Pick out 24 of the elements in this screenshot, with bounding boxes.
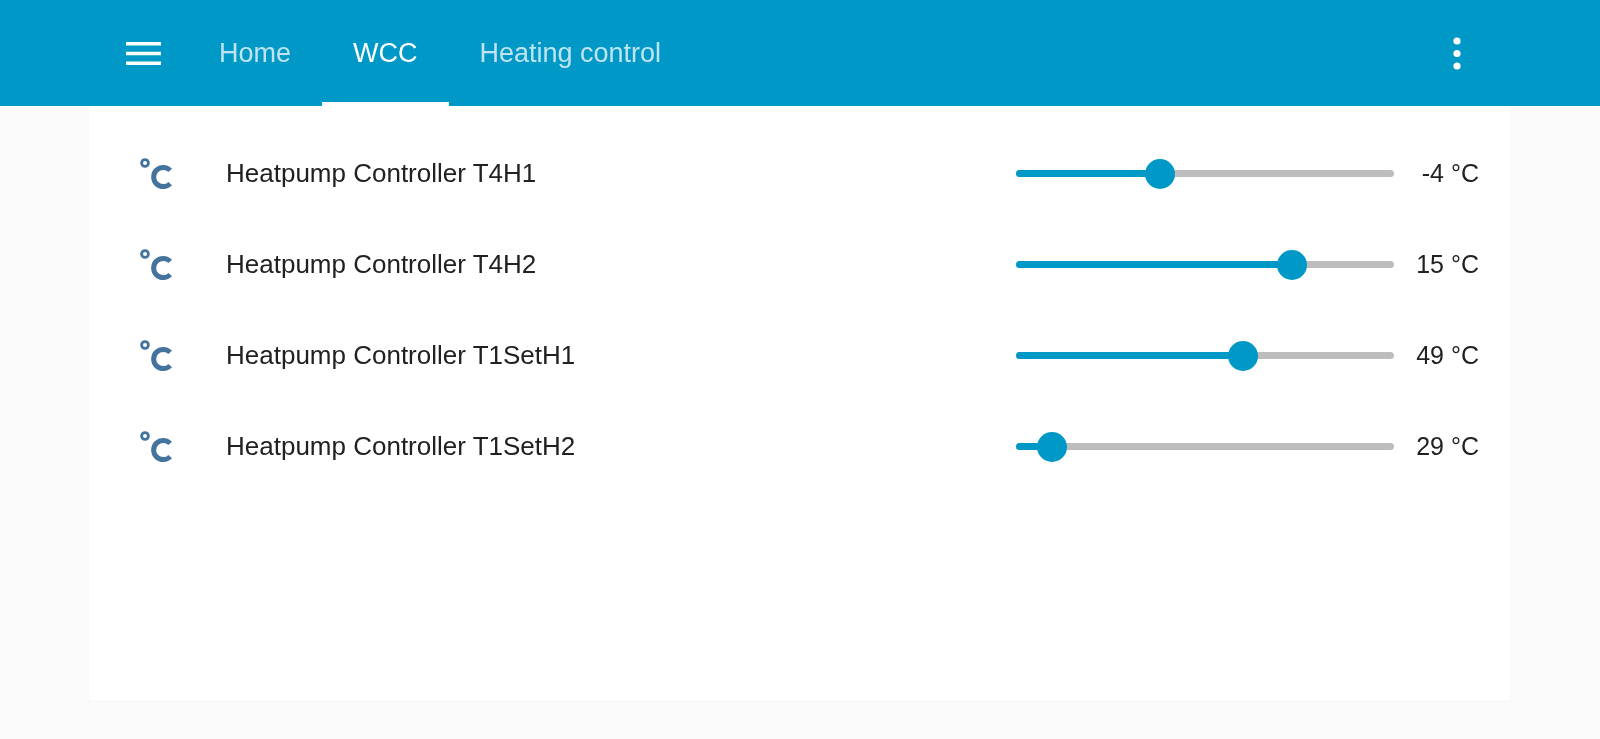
temperature-value: 49 °C	[1415, 341, 1479, 370]
slider-thumb[interactable]	[1144, 158, 1175, 189]
slider-track[interactable]	[1016, 158, 1394, 189]
entity-name: Heatpump Controller T1SetH2	[226, 431, 577, 462]
celsius-icon	[140, 339, 174, 372]
entity-name: Heatpump Controller T4H1	[226, 158, 538, 189]
slider-track[interactable]	[1016, 340, 1394, 371]
slider-thumb[interactable]	[1228, 340, 1259, 371]
entity-name: Heatpump Controller T1SetH1	[226, 340, 577, 371]
slider-thumb[interactable]	[1036, 431, 1067, 462]
slider-thumb[interactable]	[1277, 249, 1307, 280]
temperature-value: 15 °C	[1415, 250, 1479, 279]
temperature-value: 29 °C	[1415, 432, 1479, 461]
slider-track[interactable]	[1016, 431, 1394, 462]
celsius-icon	[140, 248, 174, 281]
menu-icon	[126, 41, 161, 65]
celsius-icon	[140, 157, 174, 190]
tab[interactable]: Heating control	[448, 0, 693, 106]
tab[interactable]: Home	[188, 0, 323, 106]
slider-track[interactable]	[1016, 249, 1394, 280]
more-options-icon	[1453, 36, 1461, 70]
celsius-icon	[140, 430, 174, 463]
temperature-value: -4 °C	[1420, 159, 1479, 188]
entity-name: Heatpump Controller T4H2	[226, 249, 538, 280]
